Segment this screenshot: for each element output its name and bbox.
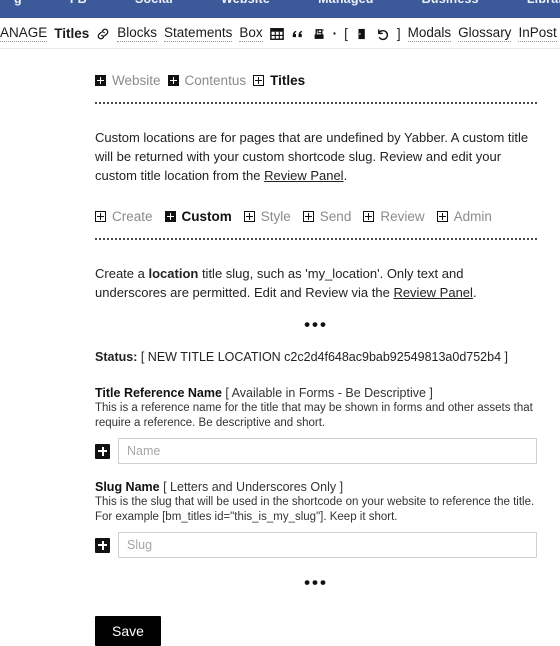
toolbar-titles[interactable]: Titles: [54, 26, 89, 41]
nav-item-managed[interactable]: Managed: [318, 0, 374, 6]
plus-square-outline-icon: [363, 211, 375, 222]
toolbar-modals[interactable]: Modals: [407, 25, 452, 42]
breadcrumb: Website Contentus Titles: [95, 49, 537, 88]
plus-button-icon[interactable]: [95, 443, 110, 459]
field-name: Title Reference Name: [95, 386, 222, 400]
field-label: Title Reference Name [ Available in Form…: [95, 386, 537, 400]
nav-item-library[interactable]: Library: [527, 0, 560, 6]
tab-review[interactable]: Review: [363, 209, 425, 224]
top-nav-items: g FB Social Website Managed Business Lib…: [8, 0, 560, 6]
field-input-row: [95, 532, 537, 558]
tab-custom[interactable]: Custom: [164, 209, 232, 224]
divider-dots-1: •••: [304, 315, 328, 334]
save-row: Save: [95, 616, 537, 646]
tab-label: Admin: [453, 209, 492, 224]
status-value: [ NEW TITLE LOCATION c2c2d4f648ac9bab925…: [140, 350, 508, 364]
page-body: Website Contentus Titles Custom location…: [0, 49, 560, 646]
toolbar-manage[interactable]: ANAGE: [0, 25, 48, 42]
tab-style[interactable]: Style: [243, 209, 291, 224]
field-label: Slug Name [ Letters and Underscores Only…: [95, 480, 537, 494]
plus-square-outline-icon: [243, 211, 255, 222]
plus-square-outline-icon: [253, 75, 265, 86]
tab-send[interactable]: Send: [302, 209, 352, 224]
divider-dotted-top: [95, 102, 537, 104]
breadcrumb-item-website[interactable]: Website: [95, 73, 161, 88]
divider-dots-2: •••: [304, 573, 328, 592]
nav-item-social[interactable]: Social: [135, 0, 173, 6]
tab-label: Custom: [181, 209, 232, 224]
title-reference-name-input[interactable]: [118, 438, 537, 464]
plus-button-icon[interactable]: [95, 537, 110, 553]
top-navigation-bar: g FB Social Website Managed Business Lib…: [0, 0, 560, 18]
top-nav-divider: [0, 18, 560, 19]
toolbar-statements[interactable]: Statements: [164, 25, 233, 42]
secondary-toolbar: ANAGE Titles Blocks Statements Box · []…: [0, 19, 560, 49]
toolbar-bracket-open: [: [344, 26, 348, 41]
description-text-1: Create a: [95, 266, 149, 281]
tab-label: Send: [319, 209, 352, 224]
undo-icon[interactable]: [376, 27, 390, 41]
toolbar-dot-separator: ·: [332, 26, 338, 41]
slug-name-input[interactable]: [118, 532, 537, 558]
description-bold: location: [148, 266, 199, 281]
breadcrumb-label: Contentus: [184, 73, 247, 88]
stamp-icon[interactable]: [312, 27, 326, 41]
description-paragraph: Create a location title slug, such as 'm…: [95, 264, 537, 302]
content-column: Website Contentus Titles Custom location…: [95, 49, 537, 646]
review-panel-link[interactable]: Review Panel: [264, 168, 344, 183]
plus-square-filled-icon: [164, 211, 176, 222]
breadcrumb-label: Titles: [270, 73, 306, 88]
quote-icon[interactable]: [291, 27, 305, 41]
plus-square-outline-icon: [95, 211, 106, 222]
tab-create[interactable]: Create: [95, 209, 153, 224]
toolbar-glossary[interactable]: Glossary: [458, 25, 512, 42]
grid-table-icon[interactable]: [269, 27, 284, 41]
description-text-3: .: [472, 285, 477, 300]
plus-square-outline-icon: [436, 211, 448, 222]
tab-label: Create: [112, 209, 153, 224]
status-line: Status: [ NEW TITLE LOCATION c2c2d4f648a…: [95, 350, 537, 364]
link-icon[interactable]: [96, 27, 110, 41]
plus-square-filled-icon: [167, 75, 179, 86]
field-title-reference-name: Title Reference Name [ Available in Form…: [95, 386, 537, 464]
nav-item-business[interactable]: Business: [422, 0, 479, 6]
intro-paragraph: Custom locations are for pages that are …: [95, 128, 537, 185]
field-slug-name: Slug Name [ Letters and Underscores Only…: [95, 480, 537, 558]
toolbar-box[interactable]: Box: [239, 25, 263, 42]
plus-square-outline-icon: [302, 211, 314, 222]
field-hint: [ Available in Forms - Be Descriptive ]: [225, 386, 433, 400]
toolbar-bracket-close: ]: [396, 26, 401, 41]
breadcrumb-label: Website: [112, 73, 161, 88]
field-name: Slug Name: [95, 480, 160, 494]
tab-label: Review: [380, 209, 425, 224]
save-button[interactable]: Save: [95, 616, 161, 646]
field-description: This is the slug that will be used in th…: [95, 496, 535, 523]
nav-item-website[interactable]: Website: [221, 0, 270, 6]
toolbar-blocks[interactable]: Blocks: [117, 25, 158, 42]
tab-label: Style: [260, 209, 291, 224]
field-hint: [ Letters and Underscores Only ]: [163, 480, 344, 494]
divider-dotted-mid: [95, 238, 537, 240]
nav-item-fb[interactable]: FB: [70, 0, 87, 6]
toolbar-inpost[interactable]: InPost: [518, 25, 557, 42]
breadcrumb-item-contentus[interactable]: Contentus: [167, 73, 247, 88]
status-label: Status:: [95, 350, 138, 364]
nav-item-g[interactable]: g: [14, 0, 22, 6]
door-exit-icon[interactable]: [355, 27, 369, 41]
tab-bar: Create Custom Style Send Review Admin: [95, 209, 537, 224]
plus-square-filled-icon: [95, 75, 106, 86]
field-input-row: [95, 438, 537, 464]
intro-text-2: .: [343, 168, 348, 183]
breadcrumb-item-titles[interactable]: Titles: [253, 73, 305, 88]
field-description: This is a reference name for the title t…: [95, 402, 533, 429]
tab-admin[interactable]: Admin: [436, 209, 492, 224]
review-panel-link[interactable]: Review Panel: [393, 285, 473, 300]
